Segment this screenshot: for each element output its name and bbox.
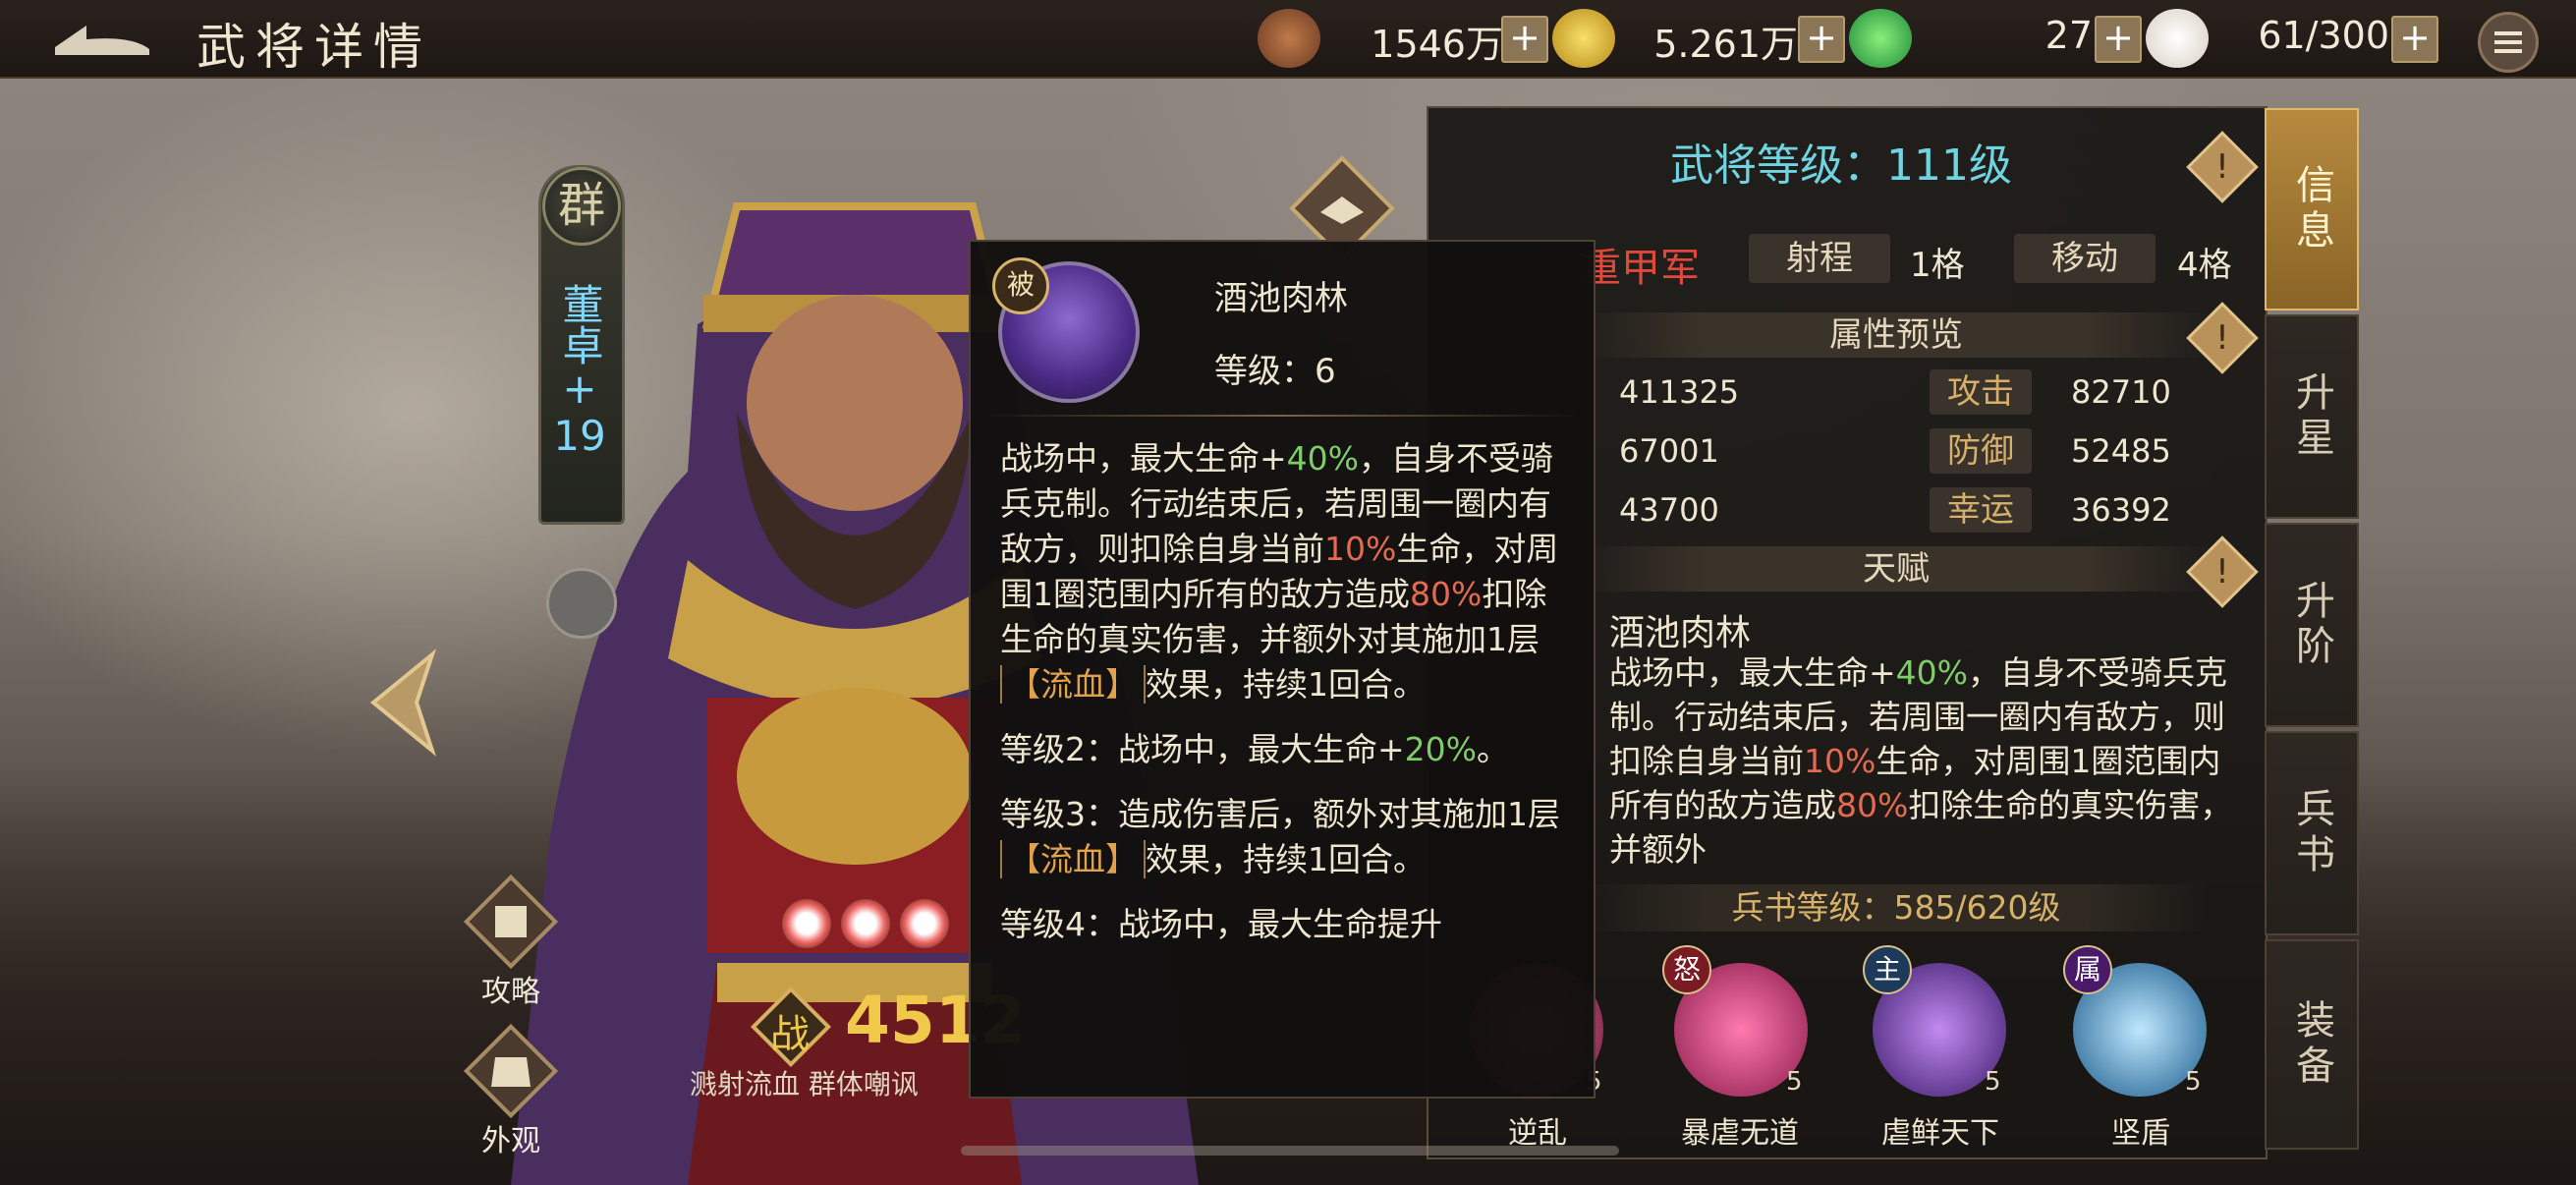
appearance-label: 外观 — [481, 1124, 540, 1158]
horizontal-scrollbar[interactable] — [961, 1146, 1619, 1156]
copper-value: 1546万 — [1371, 23, 1503, 66]
hero-level: 武将等级：111级 — [1670, 141, 2012, 191]
star-dot — [782, 899, 831, 948]
tab-star-up[interactable]: 升星 — [2265, 314, 2359, 519]
tooltip-description: 战场中，最大生命+40%，自身不受骑兵克制。行动结束后，若周围一圈内有敌方，则扣… — [1000, 436, 1570, 1085]
add-gold-button[interactable]: + — [1798, 16, 1845, 63]
move-value: 4格 — [2177, 246, 2232, 285]
tooltip-skill-level: 等级：6 — [1214, 352, 1336, 391]
talent-header: 天赋 — [1582, 546, 2211, 592]
attack-label: 攻击 — [1930, 369, 2032, 415]
skill-badge: 属 — [2063, 945, 2112, 994]
gold-value: 5.261万 — [1653, 23, 1798, 66]
steamed-bun-icon — [2146, 9, 2209, 68]
power-label: 战 — [770, 1012, 810, 1057]
power-icon: 战 — [747, 983, 835, 1071]
strategy-button[interactable] — [462, 873, 560, 971]
jade-icon — [1849, 9, 1912, 68]
talent-description: 战场中，最大生命+40%，自身不受骑兵克制。行动结束后，若周围一圈内有敌方，则扣… — [1609, 653, 2233, 869]
luck-value: 36392 — [2071, 491, 2171, 529]
hero-name: 董卓 — [556, 283, 604, 366]
tab-bingshu[interactable]: 兵书 — [2265, 731, 2359, 935]
hero-name-vertical: 董卓 + 19 — [545, 283, 614, 460]
copper-coins-icon — [1258, 9, 1320, 68]
skill-name: 坚盾 — [2111, 1116, 2170, 1151]
bleed-tag: 【流血】 — [1000, 840, 1146, 878]
move-label: 移动 — [2014, 234, 2156, 283]
level-4-text: 等级4：战场中，最大生命提升 — [1000, 905, 1442, 943]
star-dot — [900, 899, 949, 948]
bell-icon[interactable] — [546, 568, 617, 639]
defense-label: 防御 — [1930, 428, 2032, 474]
range-value: 1格 — [1910, 246, 1965, 285]
divider — [982, 415, 1578, 417]
strategy-label: 攻略 — [481, 975, 540, 1009]
stat-value: 411325 — [1619, 373, 1740, 411]
skill-badge: 主 — [1863, 945, 1912, 994]
previous-hero-arrow-icon[interactable] — [364, 649, 452, 757]
level-1-text: 战场中，最大生命+40%，自身不受骑兵克制。行动结束后，若周围一圈内有敌方，则扣… — [1000, 439, 1559, 704]
luck-label: 幸运 — [1930, 487, 2032, 533]
back-arrow-icon[interactable] — [47, 14, 157, 63]
bleed-tag: 【流血】 — [1000, 665, 1146, 704]
tab-rank-up[interactable]: 升阶 — [2265, 523, 2359, 727]
tooltip-skill-name: 酒池肉林 — [1214, 279, 1348, 318]
stat-value: 43700 — [1619, 491, 1719, 529]
skill-level: 5 — [1786, 1067, 1803, 1097]
jade-value: 27 — [2044, 14, 2093, 57]
passive-badge: 被 — [992, 257, 1049, 314]
skill-level: 5 — [1985, 1067, 2001, 1097]
stamina-value: 61/300 — [2258, 14, 2389, 57]
unit-type: 重甲军 — [1582, 246, 1700, 291]
gold-coin-icon — [1552, 9, 1615, 68]
add-copper-button[interactable]: + — [1501, 16, 1548, 63]
skill-name: 暴虐无道 — [1681, 1116, 1799, 1151]
menu-list-icon[interactable] — [2478, 12, 2539, 73]
page-title: 武将详情 — [196, 19, 432, 76]
stat-value: 67001 — [1619, 432, 1719, 470]
tab-equipment[interactable]: 装备 — [2265, 939, 2359, 1150]
bingshu-level: 兵书等级：585/620级 — [1582, 884, 2211, 931]
attributes-header: 属性预览 — [1582, 312, 2211, 358]
skill-name: 虐鲜天下 — [1881, 1116, 1999, 1151]
add-jade-button[interactable]: + — [2095, 16, 2142, 63]
faction-badge: 群 — [542, 167, 621, 246]
skill-badge: 怒 — [1662, 945, 1711, 994]
attack-value: 82710 — [2071, 373, 2171, 411]
skill-level: 5 — [2185, 1067, 2202, 1097]
add-stamina-button[interactable]: + — [2391, 16, 2438, 63]
appearance-button[interactable] — [462, 1022, 560, 1120]
plus-sign: + — [562, 365, 597, 413]
talent-name: 酒池肉林 — [1609, 613, 1752, 653]
defense-value: 52485 — [2071, 432, 2171, 470]
hero-rank: 19 — [553, 412, 606, 460]
tab-info[interactable]: 信息 — [2265, 108, 2359, 310]
range-label: 射程 — [1749, 234, 1890, 283]
star-dot — [841, 899, 890, 948]
level-2-text: 等级2：战场中，最大生命+20%。 — [1000, 730, 1510, 768]
level-3-text: 等级3：造成伤害后，额外对其施加1层【流血】 效果，持续1回合。 — [1000, 795, 1560, 878]
hero-traits: 溅射流血 群体嘲讽 — [690, 1068, 919, 1100]
